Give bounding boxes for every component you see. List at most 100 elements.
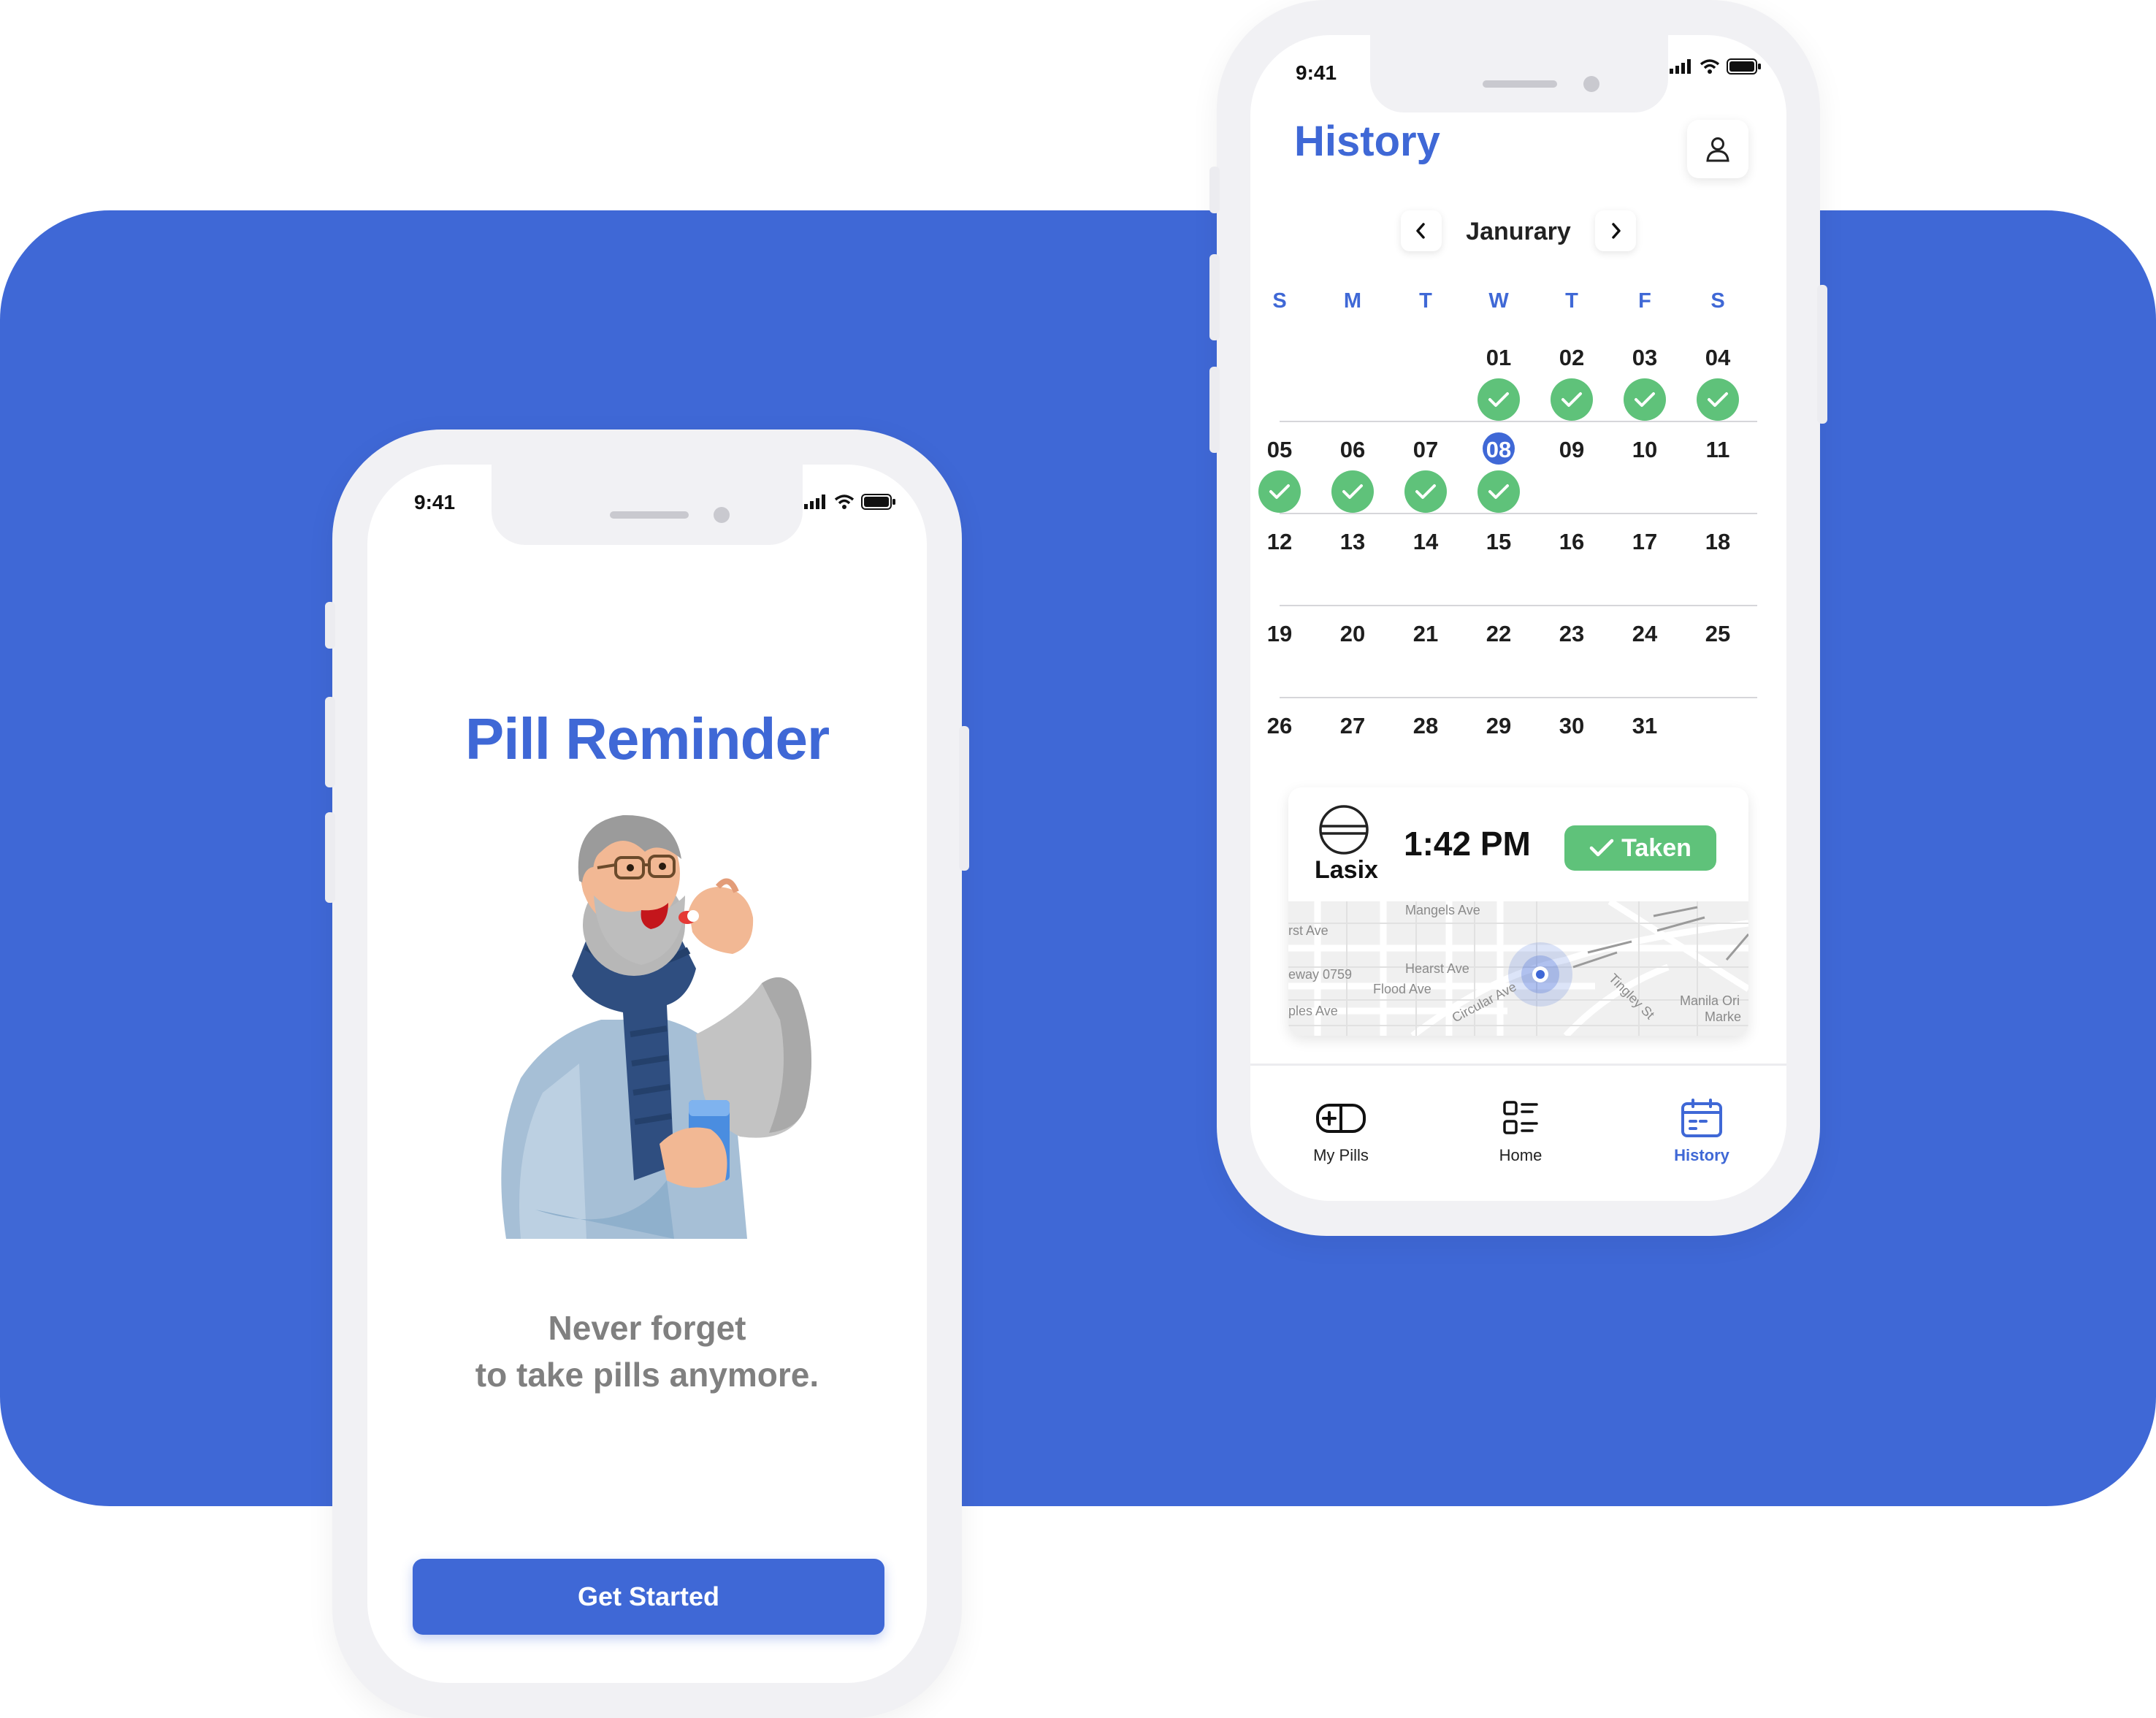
calendar-day[interactable]: 27 [1323, 713, 1382, 739]
next-month-button[interactable] [1595, 210, 1636, 251]
calendar-day[interactable]: 08 [1469, 437, 1528, 463]
dose-taken-check [1551, 378, 1593, 421]
calendar-icon [1681, 1099, 1722, 1137]
wifi-icon [1700, 59, 1720, 74]
calendar-day[interactable]: 29 [1469, 713, 1528, 739]
status-icons [804, 494, 896, 510]
volume-up-button [325, 697, 335, 787]
tab-my-pills[interactable]: My Pills [1282, 1095, 1399, 1165]
check-icon [1269, 484, 1290, 499]
calendar-day[interactable]: 13 [1323, 529, 1382, 555]
calendar-day[interactable]: 21 [1396, 621, 1455, 647]
status-time: 9:41 [1296, 61, 1337, 84]
calendar-day[interactable]: 11 [1689, 437, 1747, 463]
volume-down-button [325, 812, 335, 903]
calendar-day[interactable]: 30 [1543, 713, 1601, 739]
status-icons [1670, 58, 1762, 75]
dose-card[interactable]: Lasix 1:42 PM Taken Mangels Ave rst Ave … [1288, 787, 1748, 1036]
calendar-day[interactable]: 10 [1616, 437, 1674, 463]
map-label: Flood Ave [1373, 982, 1431, 996]
calendar-day[interactable]: 07 [1396, 437, 1455, 463]
check-icon [1589, 839, 1614, 857]
calendar-day[interactable]: 23 [1543, 621, 1601, 647]
tab-label: My Pills [1313, 1146, 1369, 1164]
weekday-label: T [1565, 289, 1578, 313]
notch [1370, 35, 1668, 112]
elderly-man-taking-pill-illustration [501, 814, 811, 1239]
dose-taken-check [1404, 470, 1447, 513]
calendar-day[interactable]: 25 [1689, 621, 1747, 647]
dose-time: 1:42 PM [1404, 825, 1531, 863]
month-switcher: Janurary [1250, 210, 1786, 254]
tagline: Never forget to take pills anymore. [367, 1305, 927, 1398]
wifi-icon [834, 495, 855, 509]
calendar-day[interactable]: 18 [1689, 529, 1747, 555]
tab-home[interactable]: Home [1462, 1095, 1579, 1165]
dose-taken-check [1478, 470, 1520, 513]
calendar-row-divider [1280, 513, 1757, 514]
tab-history[interactable]: History [1643, 1095, 1760, 1165]
calendar-day[interactable]: 22 [1469, 621, 1528, 647]
history-screen: 9:41 History Janurary S M T W T F S 01 02 03 04 05… [1250, 35, 1786, 1201]
page-title: History [1294, 118, 1440, 165]
status-time: 9:41 [414, 491, 456, 514]
background-band [0, 210, 2156, 1506]
pill-box-icon [1316, 1104, 1366, 1133]
calendar-day[interactable]: 28 [1396, 713, 1455, 739]
check-icon [1708, 392, 1728, 407]
calendar-day[interactable]: 17 [1616, 529, 1674, 555]
calendar-day[interactable]: 04 [1689, 345, 1747, 371]
dose-taken-check [1478, 378, 1520, 421]
taken-status-label: Taken [1621, 833, 1691, 862]
calendar-day[interactable]: 03 [1616, 345, 1674, 371]
map-label: rst Ave [1288, 923, 1329, 938]
list-icon [1503, 1101, 1538, 1134]
tab-label: History [1674, 1146, 1729, 1164]
calendar-day[interactable]: 16 [1543, 529, 1601, 555]
calendar-day[interactable]: 15 [1469, 529, 1528, 555]
check-icon [1415, 484, 1436, 499]
calendar-row-divider [1280, 605, 1757, 606]
tagline-line-1: Never forget [548, 1309, 746, 1347]
power-button [1817, 285, 1827, 424]
signal-icon [804, 495, 825, 509]
map-label: Manila Ori [1680, 993, 1740, 1008]
dose-taken-check [1697, 378, 1739, 421]
notch [492, 465, 803, 545]
tagline-line-2: to take pills anymore. [475, 1356, 819, 1394]
calendar-day[interactable]: 31 [1616, 713, 1674, 739]
calendar-day[interactable]: 14 [1396, 529, 1455, 555]
pill-name: Lasix [1315, 856, 1378, 884]
map-label: eway 0759 [1288, 967, 1353, 982]
weekday-label: S [1272, 289, 1287, 313]
calendar-day[interactable]: 20 [1323, 621, 1382, 647]
user-icon [1706, 137, 1729, 162]
calendar-day[interactable]: 12 [1250, 529, 1309, 555]
pill-icon [1319, 805, 1369, 855]
calendar-day[interactable]: 05 [1250, 437, 1309, 463]
calendar-day[interactable]: 19 [1250, 621, 1309, 647]
location-map[interactable]: Mangels Ave rst Ave eway 0759 Hearst Ave… [1288, 901, 1748, 1036]
map-label: Mangels Ave [1405, 903, 1480, 917]
calendar-row-divider [1280, 697, 1757, 698]
profile-button[interactable] [1687, 120, 1748, 178]
get-started-button[interactable]: Get Started [413, 1559, 884, 1635]
map-label: ples Ave [1288, 1004, 1338, 1018]
weekday-label: F [1638, 289, 1651, 313]
taken-status-badge: Taken [1564, 825, 1716, 871]
mute-switch [1209, 167, 1220, 213]
app-title: Pill Reminder [465, 706, 830, 771]
check-icon [1561, 392, 1582, 407]
calendar-day[interactable]: 06 [1323, 437, 1382, 463]
bottom-tab-bar: My Pills Home History [1250, 1064, 1786, 1201]
check-icon [1488, 484, 1509, 499]
weekday-label: W [1488, 289, 1509, 313]
calendar-day[interactable]: 26 [1250, 713, 1309, 739]
signal-icon [1670, 59, 1691, 74]
calendar-row-divider [1280, 421, 1757, 422]
calendar-day[interactable]: 24 [1616, 621, 1674, 647]
calendar-day[interactable]: 09 [1543, 437, 1601, 463]
calendar-day[interactable]: 02 [1543, 345, 1601, 371]
tab-label: Home [1499, 1146, 1543, 1164]
calendar-day[interactable]: 01 [1469, 345, 1528, 371]
